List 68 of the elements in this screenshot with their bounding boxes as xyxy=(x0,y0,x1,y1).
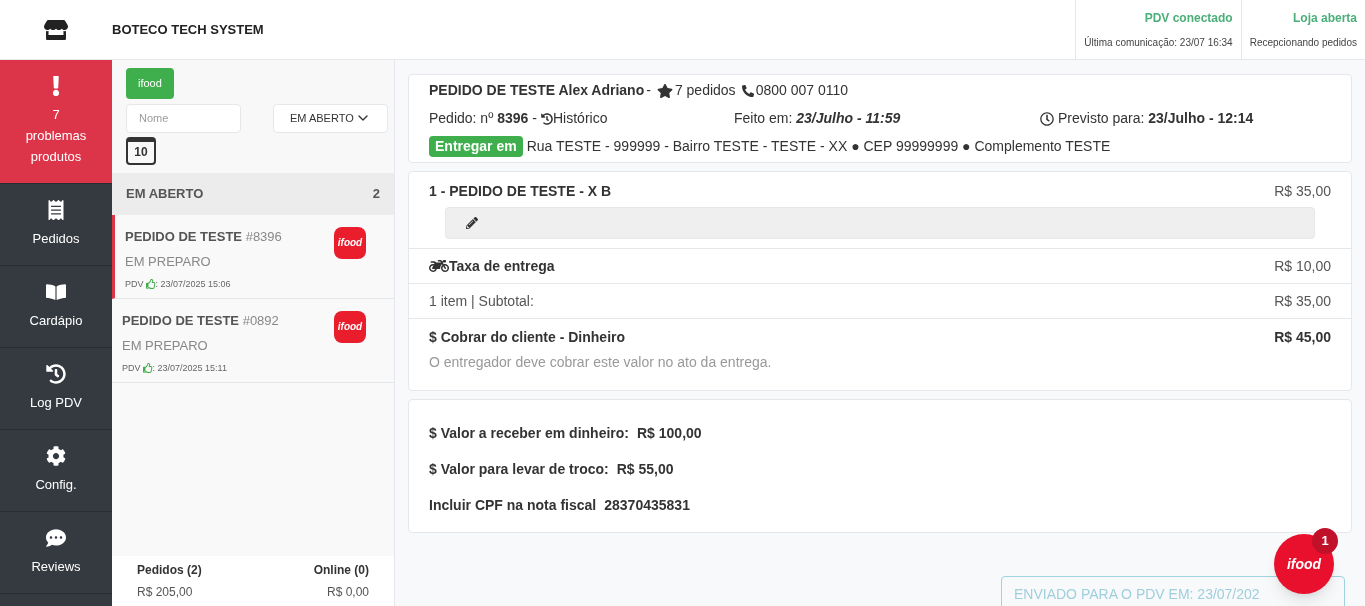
order-status: EM PREPARO xyxy=(122,337,209,355)
menu-icon xyxy=(46,282,66,302)
charge-note: O entregador deve cobrar este valor no ato da entrega. xyxy=(429,353,773,372)
order-time: : 23/07/2025 15:11 xyxy=(152,361,227,375)
ifood-logo: ifood xyxy=(334,310,366,343)
status-select[interactable]: EM ABERTO xyxy=(273,103,388,133)
motorcycle-icon xyxy=(429,258,449,274)
payment-label: $ Valor para levar de troco: xyxy=(429,460,609,479)
calendar-icon[interactable]: 10 xyxy=(126,136,156,165)
order-card[interactable]: PEDIDO DE TESTE #0892 EM PREPARO PDV : 23/07/2025 15:11 ifood xyxy=(112,298,394,383)
name-field[interactable]: Nome xyxy=(126,103,241,133)
subtotal-label: 1 item | Subtotal: xyxy=(429,291,534,311)
status-title: Loja aberta xyxy=(1292,10,1357,27)
separator: - xyxy=(532,109,537,128)
log-icon xyxy=(46,364,66,384)
subtotal-value: R$ 35,00 xyxy=(1274,291,1331,311)
order-title: PEDIDO DE TESTE #8396 xyxy=(125,227,282,246)
status-title: PDV conectado xyxy=(1144,10,1233,27)
order-time: : 23/07/2025 15:06 xyxy=(155,277,231,291)
payment-label: $ Valor a receber em dinheiro: xyxy=(429,424,629,443)
app-title: BOTECO TECH SYSTEM xyxy=(112,20,265,39)
history-link[interactable]: Histórico xyxy=(541,108,608,129)
order-card[interactable]: PEDIDO DE TESTE #8396 EM PREPARO PDV : 23/07/2025 15:06 ifood xyxy=(112,214,394,299)
config-icon xyxy=(46,446,66,466)
made-at: Feito em: 23/Julho - 11:59 xyxy=(734,109,902,128)
order-number: Pedido: nº 8396 xyxy=(429,109,529,128)
delivery-address: Rua TESTE - 999999 - Bairro TESTE - TESTE - XX ● CEP 99999999 ● Complemento TESTE xyxy=(526,137,1111,156)
orders-icon xyxy=(46,200,66,220)
fee-label: Taxa de entrega xyxy=(449,256,555,276)
footer-value: R$ 205,00 xyxy=(137,584,194,601)
item-name: 1 - PEDIDO DE TESTE - X B xyxy=(429,182,612,201)
customer-name: PEDIDO DE TESTE Alex Adriano xyxy=(429,81,645,100)
orders-count: 7 pedidos xyxy=(674,81,736,100)
ifood-logo: ifood xyxy=(334,226,366,259)
pencil-icon xyxy=(466,217,478,229)
delivery-badge: Entregar em xyxy=(429,136,523,157)
payment-value: R$ 55,00 xyxy=(616,460,674,479)
status-subtitle: Última comunicação: 23/07 16:34 xyxy=(1084,35,1233,50)
pdv-label: PDV xyxy=(122,361,141,375)
pdv-label: PDV xyxy=(125,277,144,291)
footer-label: Pedidos (2) xyxy=(137,562,202,579)
charge-value: R$ 45,00 xyxy=(1274,328,1331,347)
store-icon xyxy=(44,17,68,42)
phone-icon xyxy=(741,84,754,97)
history-icon xyxy=(541,112,553,125)
group-title: EM ABERTO xyxy=(126,184,204,203)
status-subtitle: Recepcionando pedidos xyxy=(1249,36,1357,50)
payment-value: 28370435831 xyxy=(604,496,690,515)
group-count: 2 xyxy=(372,184,380,203)
clock-icon xyxy=(1040,111,1054,126)
payment-value: R$ 100,00 xyxy=(637,424,702,443)
item-price: R$ 35,00 xyxy=(1274,182,1331,201)
charge-label: $ Cobrar do cliente - Dinheiro xyxy=(429,328,626,347)
footer-label: Online (0) xyxy=(313,562,369,579)
sidebar-item[interactable]: Pedidos xyxy=(0,184,112,266)
thumbs-up-icon xyxy=(142,363,153,374)
order-status: EM PREPARO xyxy=(125,253,212,271)
reviews-icon xyxy=(46,528,66,548)
payment-label: Incluir CPF na nota fiscal xyxy=(429,496,597,515)
star-icon xyxy=(656,82,673,99)
expected-at: Previsto para: 23/Julho - 12:14 xyxy=(1058,109,1254,128)
item-note-field[interactable] xyxy=(445,207,1315,239)
fee-value: R$ 10,00 xyxy=(1274,256,1331,276)
footer-value: R$ 0,00 xyxy=(326,584,369,601)
phone: 0800 007 0110 xyxy=(755,81,848,100)
order-title: PEDIDO DE TESTE #0892 xyxy=(122,311,279,330)
thumbs-up-icon xyxy=(145,279,156,290)
separator: - xyxy=(646,81,651,100)
